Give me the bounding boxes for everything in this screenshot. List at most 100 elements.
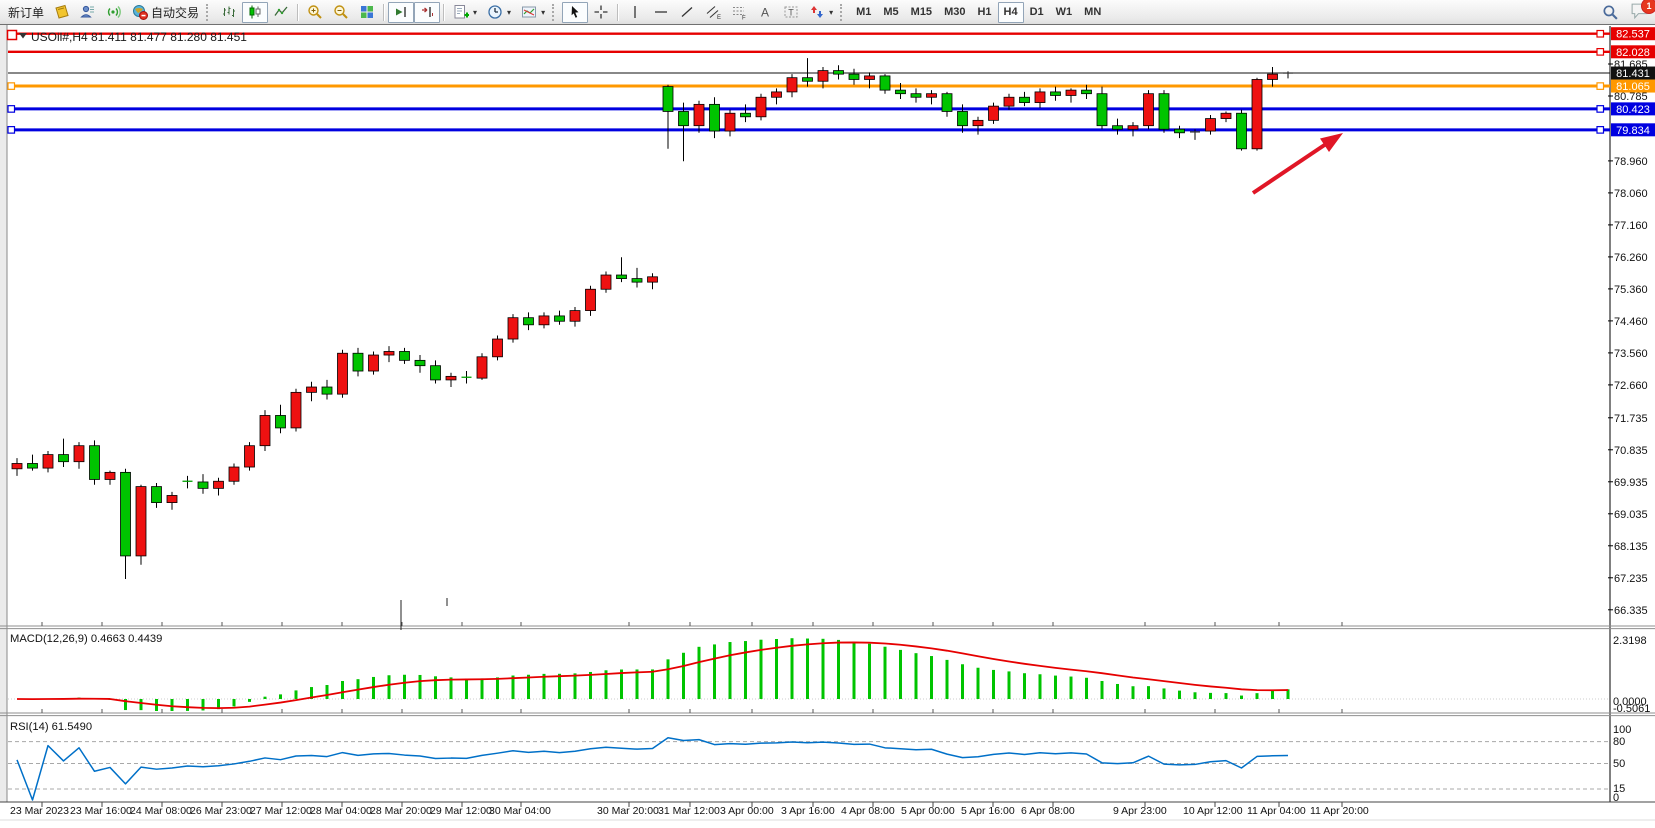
candle-body[interactable] (28, 463, 38, 468)
candle-body[interactable] (1221, 113, 1231, 118)
candle-body[interactable] (90, 446, 100, 480)
timeframe-h1-button[interactable]: H1 (971, 2, 997, 23)
candle-body[interactable] (849, 74, 859, 79)
candle-body[interactable] (617, 275, 627, 279)
notifications-button[interactable]: 1 (1630, 2, 1649, 23)
line-handle[interactable] (8, 106, 15, 113)
bar-chart-mode-button[interactable] (216, 2, 242, 23)
line-handle[interactable] (1597, 83, 1604, 90)
candle-body[interactable] (1082, 90, 1092, 94)
candle-body[interactable] (880, 76, 890, 90)
tile-windows-button[interactable] (354, 2, 380, 23)
candle-body[interactable] (1206, 119, 1216, 131)
timeframe-m15-button[interactable]: M15 (905, 2, 938, 23)
candle-body[interactable] (756, 97, 766, 117)
arrow-shaft[interactable] (1253, 144, 1326, 193)
candle-body[interactable] (384, 351, 394, 355)
timeframe-m1-button[interactable]: M1 (850, 2, 877, 23)
line-handle[interactable] (1597, 127, 1604, 134)
candle-body[interactable] (508, 318, 518, 339)
line-handle[interactable] (8, 83, 15, 90)
candle-body[interactable] (911, 94, 921, 98)
zoom-in-button[interactable] (302, 2, 328, 23)
autotrade-button[interactable]: 自动交易 (127, 2, 204, 23)
candle-body[interactable] (1237, 113, 1247, 149)
text-tool-button[interactable]: A (752, 2, 778, 23)
candle-body[interactable] (539, 316, 549, 325)
candle-body[interactable] (167, 495, 177, 502)
label-tool-button[interactable]: T (778, 2, 804, 23)
candle-body[interactable] (942, 94, 952, 112)
candle-body[interactable] (710, 104, 720, 131)
auto-scroll-button[interactable] (388, 2, 414, 23)
candle-body[interactable] (245, 446, 255, 467)
candle-body[interactable] (865, 76, 875, 80)
timeframe-d1-button[interactable]: D1 (1024, 2, 1050, 23)
candle-body[interactable] (648, 277, 658, 282)
candle-body[interactable] (927, 94, 937, 98)
candle-body[interactable] (1020, 97, 1030, 102)
candle-body[interactable] (694, 104, 704, 125)
candle-body[interactable] (524, 318, 534, 325)
chart-canvas[interactable]: USOil#,H4 81.411 81.477 81.280 81.451MAC… (0, 0, 1655, 828)
candle-body[interactable] (772, 92, 782, 97)
candle-body[interactable] (818, 71, 828, 82)
candle-body[interactable] (570, 311, 580, 322)
line-handle[interactable] (8, 127, 15, 134)
timeframe-m5-button[interactable]: M5 (877, 2, 904, 23)
arrows-tool-button[interactable]: ▾ (804, 2, 838, 23)
candle-body[interactable] (260, 415, 270, 445)
candle-body[interactable] (1113, 126, 1123, 130)
candle-body[interactable] (555, 316, 565, 321)
line-handle[interactable] (1597, 31, 1604, 37)
zoom-out-button[interactable] (328, 2, 354, 23)
candle-body[interactable] (477, 357, 487, 378)
line-handle[interactable] (1597, 49, 1604, 56)
candle-body[interactable] (679, 111, 689, 125)
candle-body[interactable] (601, 275, 611, 289)
profile-button[interactable] (75, 2, 101, 23)
candle-body[interactable] (663, 87, 673, 112)
candle-body[interactable] (415, 360, 425, 365)
new-order-button[interactable]: 新订单 (3, 2, 49, 23)
candle-body[interactable] (446, 376, 456, 380)
candle-body[interactable] (725, 113, 735, 131)
candle-body[interactable] (400, 351, 410, 360)
candle-body[interactable] (338, 353, 348, 394)
candle-body[interactable] (1066, 90, 1076, 95)
chart-menu-caret-icon[interactable] (19, 33, 27, 39)
candle-body[interactable] (121, 472, 131, 556)
templates-button[interactable]: ▾ (516, 2, 550, 23)
candle-body[interactable] (1144, 94, 1154, 126)
candle-body[interactable] (834, 71, 844, 75)
channel-tool-button[interactable]: E (700, 2, 726, 23)
candle-body[interactable] (198, 482, 208, 488)
candle-body[interactable] (307, 387, 317, 392)
candle-body[interactable] (1268, 74, 1278, 79)
candle-body[interactable] (152, 487, 162, 503)
timeframe-m30-button[interactable]: M30 (938, 2, 971, 23)
candle-body[interactable] (1128, 126, 1138, 130)
candle-body[interactable] (322, 387, 332, 394)
periods-button[interactable]: ▾ (482, 2, 516, 23)
candle-body[interactable] (59, 455, 69, 462)
candle-body[interactable] (105, 472, 115, 479)
candle-body[interactable] (136, 487, 146, 556)
candle-body[interactable] (1252, 79, 1262, 148)
candle-body[interactable] (896, 90, 906, 94)
timeframe-w1-button[interactable]: W1 (1050, 2, 1079, 23)
horizontal-line-tool-button[interactable] (648, 2, 674, 23)
candle-body[interactable] (787, 78, 797, 92)
candle-body[interactable] (989, 106, 999, 120)
add-indicator-button[interactable]: ▾ (448, 2, 482, 23)
trendline-tool-button[interactable] (674, 2, 700, 23)
chart-shift-button[interactable] (414, 2, 440, 23)
signals-button[interactable] (101, 2, 127, 23)
timeframe-h4-button[interactable]: H4 (998, 2, 1024, 23)
candle-body[interactable] (12, 463, 22, 468)
candle-body[interactable] (586, 289, 596, 310)
candle-body[interactable] (229, 467, 239, 481)
line-handle[interactable] (1597, 106, 1604, 113)
candle-body[interactable] (369, 355, 379, 371)
candle-body[interactable] (1175, 129, 1185, 133)
